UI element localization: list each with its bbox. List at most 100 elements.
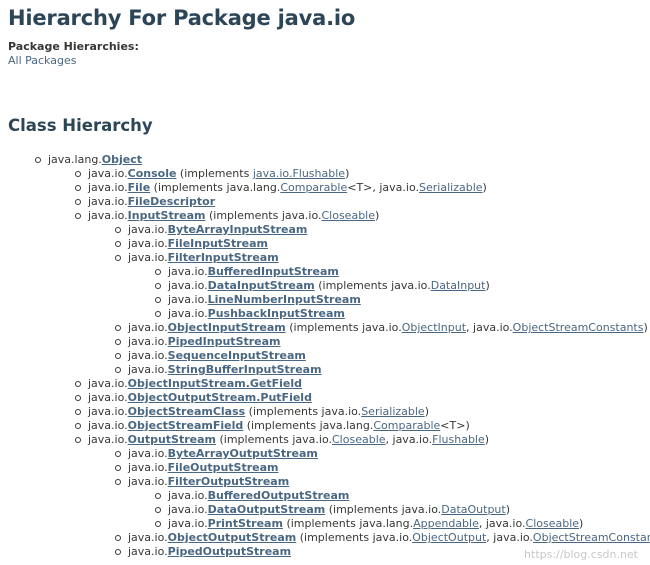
implements-text: ): [485, 279, 490, 292]
package-prefix: java.io.: [128, 545, 168, 558]
package-prefix: java.io.: [128, 363, 168, 376]
class-link[interactable]: ObjectOutputStream.PutField: [128, 391, 312, 404]
class-link[interactable]: ObjectStreamField: [128, 419, 244, 432]
package-prefix: java.io.: [88, 195, 128, 208]
class-link[interactable]: ByteArrayInputStream: [168, 223, 308, 236]
package-prefix: java.io.: [128, 349, 168, 362]
tree-node: java.io.InputStream (implements java.io.…: [88, 209, 648, 377]
interface-link[interactable]: Closeable: [321, 209, 375, 222]
tree-node: java.io.ObjectOutputStream (implements j…: [128, 531, 650, 545]
interface-link[interactable]: Comparable: [280, 181, 347, 194]
class-link[interactable]: DataOutputStream: [208, 503, 326, 516]
interface-link[interactable]: Flushable: [432, 433, 485, 446]
tree-node-row: java.io.ObjectStreamField (implements ja…: [88, 419, 470, 432]
interface-link[interactable]: ObjectOutput: [412, 531, 486, 544]
implements-text: ): [375, 209, 380, 222]
interface-link[interactable]: Serializable: [419, 181, 483, 194]
class-link[interactable]: SequenceInputStream: [168, 349, 306, 362]
interface-link[interactable]: ObjectStreamConstants: [533, 531, 650, 544]
tree-node: java.io.StringBufferInputStream: [128, 363, 642, 377]
interface-link[interactable]: DataOutput: [441, 503, 505, 516]
interface-link[interactable]: Closeable: [332, 433, 386, 446]
class-link[interactable]: Console: [128, 167, 177, 180]
all-packages-link[interactable]: All Packages: [8, 54, 76, 67]
class-link[interactable]: ObjectOutputStream: [168, 531, 297, 544]
implements-text: <T>): [440, 419, 470, 432]
class-link[interactable]: Object: [102, 153, 142, 166]
subtree: java.io.ByteArrayInputStream java.io.File…: [88, 223, 648, 377]
tree-node-row: java.io.Console (implements java.io.Flus…: [88, 167, 349, 180]
class-link[interactable]: ObjectInputStream: [168, 321, 286, 334]
tree-node-row: java.io.LineNumberInputStream: [168, 293, 361, 306]
interface-link[interactable]: Comparable: [373, 419, 440, 432]
class-link[interactable]: BufferedInputStream: [208, 265, 339, 278]
package-prefix: java.io.: [128, 321, 168, 334]
tree-node: java.io.ObjectInputStream.GetField: [88, 377, 642, 391]
package-prefix: java.io.: [88, 433, 128, 446]
class-link[interactable]: DataInputStream: [208, 279, 315, 292]
class-link[interactable]: InputStream: [128, 209, 206, 222]
interface-link[interactable]: ObjectStreamConstants: [513, 321, 644, 334]
class-link[interactable]: File: [128, 181, 151, 194]
package-prefix: java.io.: [168, 307, 208, 320]
class-link[interactable]: PushbackInputStream: [208, 307, 345, 320]
class-hierarchy-heading: Class Hierarchy: [8, 116, 153, 135]
class-link[interactable]: ObjectInputStream.GetField: [128, 377, 302, 390]
tree-node: java.io.BufferedOutputStream: [168, 489, 642, 503]
class-link[interactable]: FileInputStream: [168, 237, 268, 250]
interface-link[interactable]: DataInput: [431, 279, 486, 292]
interface-link[interactable]: Appendable: [413, 517, 479, 530]
tree-node: java.io.FileInputStream: [128, 237, 642, 251]
page: Hierarchy For Package java.io Package Hi…: [0, 3, 650, 559]
interface-link[interactable]: java.io.Flushable: [253, 167, 345, 180]
tree-node-row: java.io.ObjectOutputStream.PutField: [88, 391, 312, 404]
package-prefix: java.io.: [88, 209, 128, 222]
class-link[interactable]: PrintStream: [208, 517, 283, 530]
package-prefix: java.io.: [88, 181, 128, 194]
class-link[interactable]: PipedInputStream: [168, 335, 281, 348]
class-link[interactable]: StringBufferInputStream: [168, 363, 322, 376]
implements-text: (implements java.io.: [245, 405, 362, 418]
class-link[interactable]: FilterInputStream: [168, 251, 279, 264]
package-prefix: java.io.: [128, 531, 168, 544]
class-link[interactable]: BufferedOutputStream: [208, 489, 350, 502]
package-prefix: java.io.: [168, 503, 208, 516]
package-prefix: java.io.: [128, 475, 168, 488]
tree-node-row: java.io.OutputStream (implements java.io…: [88, 433, 489, 446]
package-prefix: java.lang.: [48, 153, 102, 166]
tree-node: java.io.LineNumberInputStream: [168, 293, 642, 307]
tree-node: java.io.DataOutputStream (implements jav…: [168, 503, 642, 517]
implements-text: ): [505, 503, 511, 516]
package-prefix: java.io.: [128, 335, 168, 348]
subtree: java.io.BufferedInputStream java.io. DataI…: [128, 265, 642, 321]
package-hierarchies-label: Package Hierarchies:: [8, 40, 139, 53]
class-link[interactable]: PipedOutputStream: [168, 545, 291, 558]
tree-node: java.io.FileDescriptor: [88, 195, 642, 209]
interface-link[interactable]: ObjectInput: [402, 321, 466, 334]
class-link[interactable]: FilterOutputStream: [168, 475, 290, 488]
implements-text: ): [345, 167, 350, 180]
implements-text: (implements java.io.: [296, 531, 413, 544]
tree-node-row: java.io.PipedInputStream: [128, 335, 281, 348]
tree-node: java.io.PushbackInputStream: [168, 307, 642, 321]
subtree: java.io.Console (implements java.io.Flus…: [48, 167, 650, 559]
tree-node: java.io.ByteArrayOutputStream: [128, 447, 642, 461]
class-link[interactable]: FileOutputStream: [168, 461, 279, 474]
implements-text: (implements java.io.: [325, 503, 442, 516]
implements-text: , java.io.: [478, 517, 526, 530]
class-link[interactable]: ByteArrayOutputStream: [168, 447, 318, 460]
class-link[interactable]: OutputStream: [128, 433, 216, 446]
class-link[interactable]: ObjectStreamClass: [128, 405, 246, 418]
package-prefix: java.io.: [88, 405, 128, 418]
interface-link[interactable]: Closeable: [526, 517, 580, 530]
class-link[interactable]: FileDescriptor: [128, 195, 215, 208]
page-title: Hierarchy For Package java.io: [8, 6, 356, 30]
interface-link[interactable]: Serializable: [361, 405, 425, 418]
implements-text: , java.io.: [486, 531, 533, 544]
tree-node-row: java.io.StringBufferInputStream: [128, 363, 322, 376]
package-prefix: java.io.: [168, 489, 208, 502]
tree-node-row: java.io.PushbackInputStream: [168, 307, 345, 320]
tree-node: java.io.BufferedInputStream: [168, 265, 642, 279]
package-prefix: java.io.: [168, 517, 208, 530]
class-link[interactable]: LineNumberInputStream: [208, 293, 361, 306]
